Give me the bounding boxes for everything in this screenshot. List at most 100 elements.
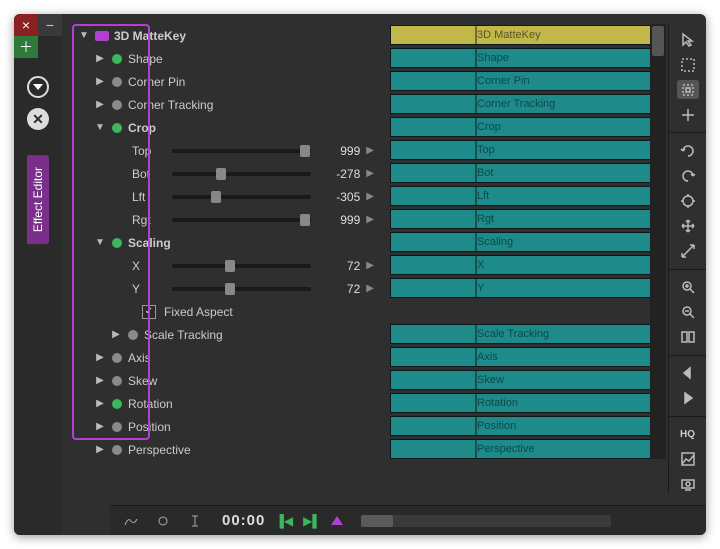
rotate-right-tool-icon[interactable] bbox=[677, 166, 699, 185]
skew-row[interactable]: ▶ Skew bbox=[72, 369, 374, 392]
chevron-right-icon[interactable]: ▶ bbox=[94, 352, 106, 363]
zoom-out-tool-icon[interactable] bbox=[677, 303, 699, 322]
track-block[interactable]: Bot bbox=[390, 163, 660, 183]
split-view-tool-icon[interactable] bbox=[677, 328, 699, 347]
slider-thumb[interactable] bbox=[216, 168, 226, 180]
keyframe-dot-icon[interactable] bbox=[112, 54, 122, 64]
chart-tool-icon[interactable] bbox=[677, 450, 699, 469]
track-block[interactable]: X bbox=[390, 255, 660, 275]
scale-tool-icon[interactable] bbox=[677, 191, 699, 210]
chevron-right-icon[interactable]: ▶ bbox=[94, 76, 106, 87]
crop-region-tool-icon[interactable] bbox=[677, 80, 699, 99]
rotation-row[interactable]: ▶ Rotation bbox=[72, 392, 374, 415]
track-block[interactable]: Shape bbox=[390, 48, 660, 68]
slider-thumb[interactable] bbox=[225, 283, 235, 295]
track-block[interactable]: Position bbox=[390, 416, 660, 436]
track-header-block[interactable]: 3D MatteKey bbox=[390, 25, 660, 45]
chevron-right-icon[interactable]: ▶ bbox=[366, 145, 374, 156]
position-row[interactable]: ▶ Position bbox=[72, 415, 374, 438]
render-tool-icon[interactable] bbox=[677, 475, 699, 494]
chevron-down-icon[interactable]: ▼ bbox=[94, 237, 106, 248]
next-keyframe-button[interactable]: ▶▌ bbox=[303, 514, 321, 528]
chevron-right-icon[interactable]: ▶ bbox=[94, 421, 106, 432]
effect-editor-tab[interactable]: Effect Editor bbox=[27, 155, 49, 244]
slider-thumb[interactable] bbox=[211, 191, 221, 203]
scaling-x-slider[interactable] bbox=[172, 264, 311, 268]
corner-tracking-row[interactable]: ▶ Corner Tracking bbox=[72, 93, 374, 116]
play-tool-icon[interactable] bbox=[677, 389, 699, 408]
track-block[interactable]: Scale Tracking bbox=[390, 324, 660, 344]
scaling-row[interactable]: ▼ Scaling bbox=[72, 231, 374, 254]
zoom-in-tool-icon[interactable] bbox=[677, 278, 699, 297]
loop-mode-icon[interactable] bbox=[152, 510, 174, 532]
keyframe-cursor-icon[interactable] bbox=[184, 510, 206, 532]
window-close-button[interactable]: × bbox=[14, 14, 38, 36]
crop-top-slider[interactable] bbox=[172, 149, 311, 153]
chevron-right-icon[interactable]: ▶ bbox=[366, 191, 374, 202]
effect-remove-button[interactable]: ✕ bbox=[27, 108, 49, 130]
track-block[interactable]: Lft bbox=[390, 186, 660, 206]
track-block[interactable]: Crop bbox=[390, 117, 660, 137]
rotate-tool-icon[interactable] bbox=[677, 141, 699, 160]
timeline-zoom-slider[interactable] bbox=[361, 515, 611, 527]
scaling-y-slider[interactable] bbox=[172, 287, 311, 291]
axis-row[interactable]: ▶ Axis bbox=[72, 346, 374, 369]
keyframe-dot-icon[interactable] bbox=[112, 238, 122, 248]
slider-thumb[interactable] bbox=[300, 145, 310, 157]
move-tool-icon[interactable] bbox=[677, 217, 699, 236]
keyframe-dot-icon[interactable] bbox=[112, 77, 122, 87]
perspective-row[interactable]: ▶ Perspective bbox=[72, 438, 374, 461]
slider-thumb[interactable] bbox=[300, 214, 310, 226]
chevron-right-icon[interactable]: ▶ bbox=[366, 260, 374, 271]
chevron-down-icon[interactable]: ▼ bbox=[94, 122, 106, 133]
crop-lft-slider[interactable] bbox=[172, 195, 311, 199]
keyframe-dot-icon[interactable] bbox=[112, 100, 122, 110]
chevron-right-icon[interactable]: ▶ bbox=[366, 168, 374, 179]
chevron-right-icon[interactable]: ▶ bbox=[94, 99, 106, 110]
crop-row[interactable]: ▼ Crop bbox=[72, 116, 374, 139]
resize-tool-icon[interactable] bbox=[677, 242, 699, 261]
keyframe-dot-icon[interactable] bbox=[112, 445, 122, 455]
track-block[interactable]: Scaling bbox=[390, 232, 660, 252]
track-block[interactable]: Top bbox=[390, 140, 660, 160]
shape-row[interactable]: ▶ Shape bbox=[72, 47, 374, 70]
fixed-aspect-checkbox[interactable]: ✓ bbox=[142, 305, 156, 319]
track-block[interactable]: Corner Pin bbox=[390, 71, 660, 91]
window-add-tab-button[interactable]: ＋ bbox=[14, 36, 38, 58]
marquee-tool-icon[interactable] bbox=[677, 55, 699, 74]
corner-pin-row[interactable]: ▶ Corner Pin bbox=[72, 70, 374, 93]
direct-select-tool-icon[interactable] bbox=[677, 30, 699, 49]
chevron-right-icon[interactable]: ▶ bbox=[94, 398, 106, 409]
track-block[interactable]: Perspective bbox=[390, 439, 660, 459]
keyframe-dot-icon[interactable] bbox=[112, 353, 122, 363]
chevron-right-icon[interactable]: ▶ bbox=[110, 329, 122, 340]
effect-title-row[interactable]: ▼ 3D MatteKey bbox=[72, 24, 374, 47]
chevron-down-icon[interactable]: ▼ bbox=[78, 30, 90, 41]
keyframe-dot-icon[interactable] bbox=[112, 422, 122, 432]
keyframe-dot-icon[interactable] bbox=[112, 399, 122, 409]
keyframe-dot-icon[interactable] bbox=[128, 330, 138, 340]
chevron-right-icon[interactable]: ▶ bbox=[94, 53, 106, 64]
keyframe-dot-icon[interactable] bbox=[112, 376, 122, 386]
track-block[interactable]: Rotation bbox=[390, 393, 660, 413]
slider-thumb[interactable] bbox=[225, 260, 235, 272]
crosshair-tool-icon[interactable] bbox=[677, 105, 699, 124]
window-minimize-button[interactable]: − bbox=[38, 14, 62, 36]
vertical-scrollbar[interactable] bbox=[650, 24, 666, 459]
chevron-right-icon[interactable]: ▶ bbox=[366, 214, 374, 225]
slider-thumb[interactable] bbox=[361, 515, 393, 527]
prev-keyframe-button[interactable]: ▐◀ bbox=[275, 514, 293, 528]
track-block[interactable]: Skew bbox=[390, 370, 660, 390]
crop-rgt-slider[interactable] bbox=[172, 218, 311, 222]
spline-mode-icon[interactable] bbox=[120, 510, 142, 532]
scale-tracking-row[interactable]: ▶ Scale Tracking bbox=[72, 323, 374, 346]
track-block[interactable]: Rgt bbox=[390, 209, 660, 229]
track-block[interactable]: Corner Tracking bbox=[390, 94, 660, 114]
keyframe-dot-icon[interactable] bbox=[112, 123, 122, 133]
crop-bot-slider[interactable] bbox=[172, 172, 311, 176]
hq-toggle-button[interactable]: HQ bbox=[677, 425, 699, 444]
chevron-right-icon[interactable]: ▶ bbox=[366, 283, 374, 294]
chevron-right-icon[interactable]: ▶ bbox=[94, 375, 106, 386]
chevron-right-icon[interactable]: ▶ bbox=[94, 444, 106, 455]
back-tool-icon[interactable] bbox=[677, 364, 699, 383]
